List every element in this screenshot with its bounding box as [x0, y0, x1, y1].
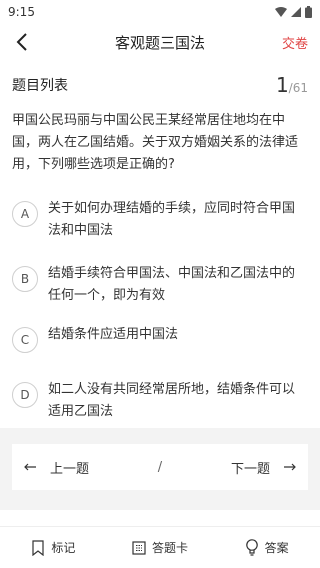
- lightbulb-icon: [245, 539, 258, 556]
- navigation-area: 上一题 / 下一题: [0, 428, 320, 510]
- battery-icon: [305, 6, 312, 18]
- tab-label: 答案: [264, 541, 289, 555]
- tab-bookmark[interactable]: 标记: [0, 539, 107, 556]
- wifi-icon: [275, 7, 287, 17]
- tab-label: 答题卡: [152, 541, 189, 555]
- bottom-tab-bar: 标记 答题卡 答案: [0, 526, 320, 568]
- question-counter: 1 / 61: [276, 73, 308, 97]
- chevron-left-icon: [16, 33, 27, 51]
- bookmark-icon: [32, 539, 44, 556]
- total-questions: 61: [292, 81, 308, 95]
- option-text: 如二人没有共同经常居所地，结婚条件可以适用乙国法: [48, 382, 296, 419]
- signal-icon: [291, 7, 301, 17]
- option-letter: C: [12, 327, 38, 353]
- option-text: 结婚条件应适用中国法: [48, 327, 179, 342]
- arrow-right-icon: [283, 463, 296, 471]
- arrow-left-icon: [24, 463, 36, 471]
- submit-button[interactable]: 交卷: [282, 33, 308, 52]
- next-button[interactable]: 下一题: [231, 458, 296, 477]
- option-c[interactable]: C 结婚条件应适用中国法: [12, 324, 308, 353]
- prev-button[interactable]: 上一题: [24, 458, 89, 477]
- option-letter: D: [12, 382, 38, 408]
- status-time: 9:15: [8, 5, 35, 19]
- option-d[interactable]: D 如二人没有共同经常居所地，结婚条件可以适用乙国法: [12, 379, 308, 423]
- back-button[interactable]: [10, 30, 34, 54]
- status-icons: [275, 6, 312, 18]
- option-b[interactable]: B 结婚手续符合甲国法、中国法和乙国法中的任何一个，即为有效: [12, 263, 308, 307]
- header: 客观题三国法 交卷: [0, 24, 320, 60]
- option-letter: B: [12, 266, 38, 292]
- question-list-row: 题目列表 1 / 61: [0, 70, 320, 100]
- nav-separator: /: [157, 459, 163, 475]
- answer-card-icon: [132, 540, 146, 555]
- tab-label: 标记: [51, 541, 76, 555]
- option-letter: A: [12, 201, 38, 227]
- option-text: 结婚手续符合甲国法、中国法和乙国法中的任何一个，即为有效: [48, 266, 296, 303]
- page-title: 客观题三国法: [114, 33, 205, 52]
- prev-label: 上一题: [50, 461, 90, 477]
- question-text: 甲国公民玛丽与中国公民王某经常居住地均在中国，两人在乙国结婚。关于双方婚姻关系的…: [12, 113, 299, 172]
- tab-answer-card[interactable]: 答题卡: [107, 539, 214, 556]
- current-question-number: 1: [275, 73, 289, 97]
- tab-answer[interactable]: 答案: [213, 539, 320, 556]
- navigation-card: 上一题 / 下一题: [12, 444, 308, 490]
- next-label: 下一题: [230, 461, 270, 477]
- option-a[interactable]: A 关于如何办理结婚的手续，应同时符合甲国法和中国法: [12, 198, 308, 242]
- status-bar: 9:15: [0, 0, 320, 24]
- option-text: 关于如何办理结婚的手续，应同时符合甲国法和中国法: [48, 201, 296, 238]
- question-list-button[interactable]: 题目列表: [12, 75, 68, 95]
